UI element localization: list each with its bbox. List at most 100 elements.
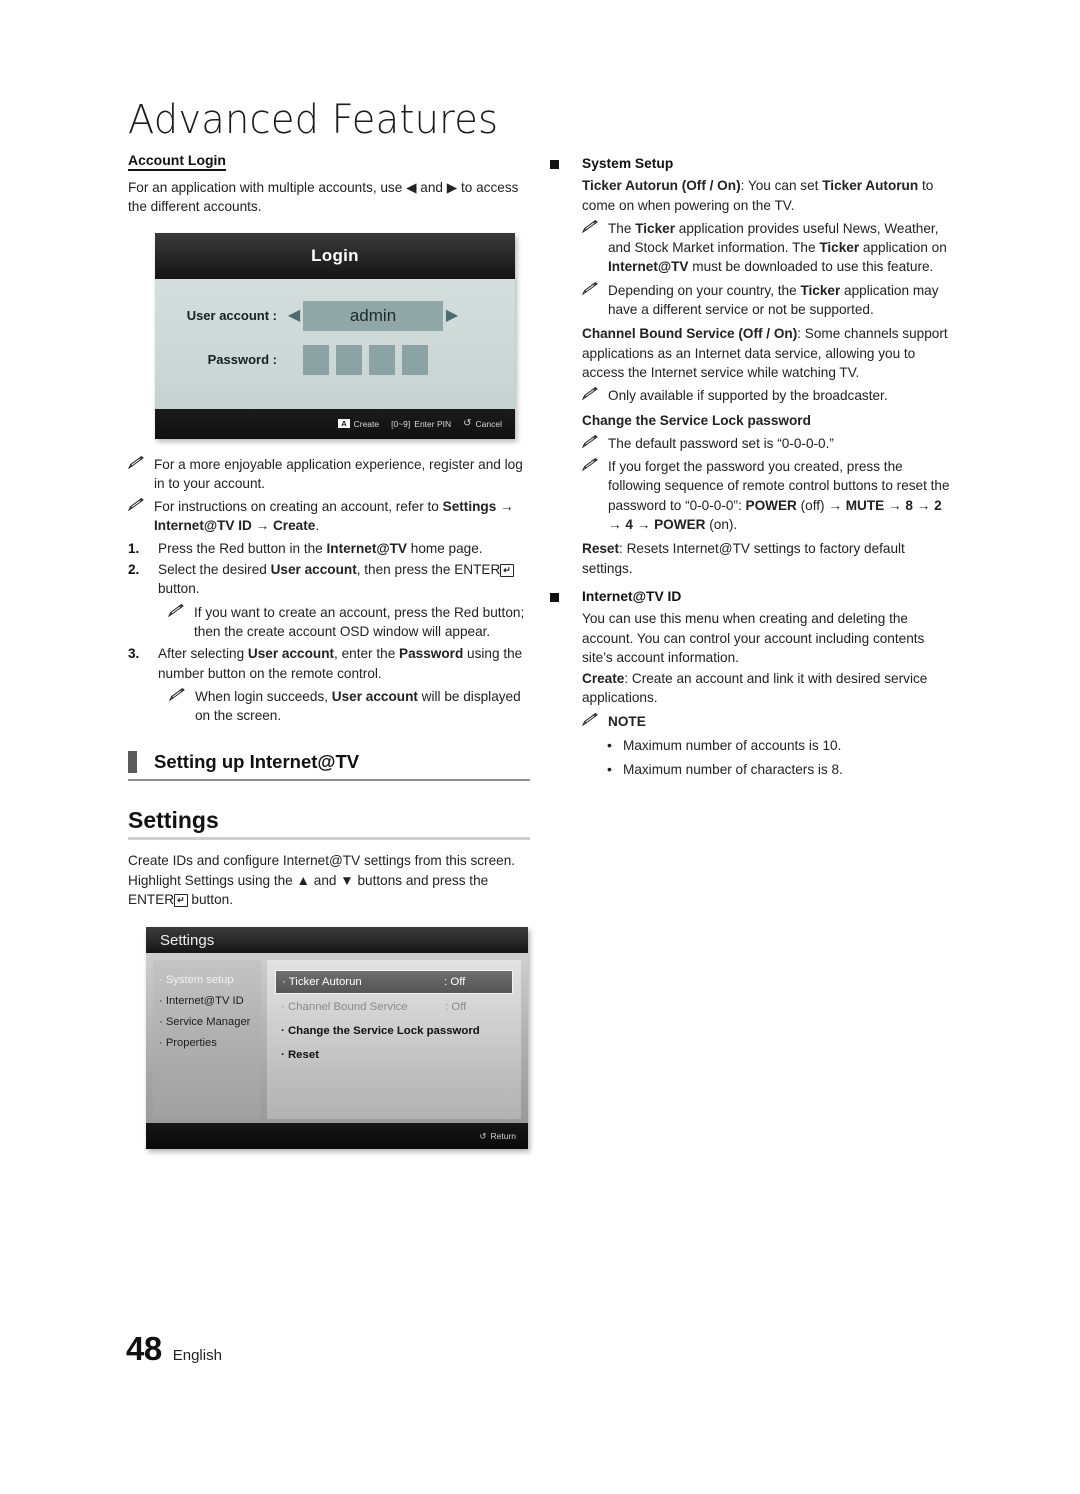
section-heading-label: Setting up Internet@TV (154, 751, 360, 773)
step-3-part-3: , enter the (334, 646, 400, 662)
heading-system-setup-label: System Setup (582, 156, 674, 171)
manual-page: Advanced Features Account Login For an a… (0, 0, 1080, 1494)
note-create-account: For instructions on creating an account,… (128, 497, 530, 536)
nf-10: 4 (625, 517, 633, 533)
step-2-part-2: User account (270, 562, 357, 578)
reset-text: : Resets Internet@TV settings to factory… (582, 541, 905, 576)
ticker-autorun-term: Ticker Autorun (Off / On) (582, 178, 741, 194)
nt-4: Ticker (819, 240, 860, 256)
option-channel-bound-label: · Channel Bound Service (281, 1001, 408, 1014)
ticker-autorun-term-2: Ticker Autorun (822, 178, 919, 194)
step-1-part-3: home page. (407, 540, 483, 556)
password-boxes[interactable] (303, 344, 428, 375)
nf-6: 8 (905, 497, 913, 513)
note-create-line1: For instructions on creating an account,… (154, 499, 443, 515)
left-column: Account Login For an application with mu… (128, 152, 530, 1150)
step-1: 1. Press the Red button in the Internet@… (128, 539, 530, 558)
note-ticker-country: Depending on your country, the Ticker ap… (582, 281, 954, 320)
note-step3: When login succeeds, User account will b… (169, 687, 530, 726)
note-create-period: . (315, 518, 320, 534)
next-account-arrow-icon[interactable]: ▶ (443, 307, 461, 324)
enter-key-icon: ↵ (500, 564, 514, 578)
login-osd-footer: A Create [0~9] Enter PIN ↺ Cancel (155, 408, 515, 439)
return-label: Return (490, 1131, 516, 1142)
heading-system-setup: System Setup (550, 154, 954, 173)
ticker-autorun-text-1: : You can set (740, 178, 823, 194)
note-item-2-text: Maximum number of characters is 8. (623, 762, 843, 778)
dot-bullet-icon: • (607, 761, 612, 778)
up-arrow-icon: ▲ (296, 872, 310, 888)
enter-key-icon: ↵ (174, 894, 188, 908)
note-ticker-app: The Ticker application provides useful N… (582, 219, 954, 277)
settings-osd-screenshot: Settings · System setup · Internet@TV ID… (146, 927, 528, 1150)
settings-intro: Create IDs and configure Internet@TV set… (128, 851, 530, 909)
numeric-keys-icon: [0~9] (391, 418, 411, 429)
note-forgot-password: If you forget the password you created, … (582, 457, 954, 534)
step-3: 3. After selecting User account, enter t… (128, 644, 530, 683)
enter-pin-label: Enter PIN (414, 418, 452, 429)
dot-bullet-icon: • (607, 737, 612, 754)
option-reset[interactable]: · Reset (275, 1044, 513, 1066)
step-3-part-4: Password (399, 646, 464, 662)
step-2-part-1: Select the desired (158, 562, 271, 578)
square-bullet-icon (550, 154, 582, 169)
option-ticker-autorun[interactable]: · Ticker Autorun : Off (275, 970, 513, 995)
note-default-password: The default password set is “0-0-0-0.” (582, 434, 954, 453)
menu-item-service-manager[interactable]: · Service Manager (159, 1016, 261, 1028)
password-row: Password : (155, 344, 515, 375)
account-login-intro: For an application with multiple account… (128, 178, 530, 217)
create-text: : Create an account and link it with des… (582, 671, 928, 706)
pencil-icon (128, 455, 154, 494)
nf-12: POWER (654, 517, 706, 533)
create-term: Create (582, 671, 625, 687)
option-change-service-lock-password[interactable]: · Change the Service Lock password (275, 1020, 513, 1042)
step-2: 2. Select the desired User account, then… (128, 560, 530, 599)
cancel-label: Cancel (475, 418, 502, 429)
ticker-autorun-paragraph: Ticker Autorun (Off / On): You can set T… (582, 176, 954, 215)
note-ticker-country-text: Depending on your country, the Ticker ap… (608, 281, 954, 320)
step-2-text: Select the desired User account, then pr… (158, 560, 530, 599)
prev-account-arrow-icon[interactable]: ◀ (285, 307, 303, 324)
settings-osd-body: · System setup · Internet@TV ID · Servic… (146, 953, 528, 1124)
password-box-2[interactable] (336, 344, 362, 375)
option-channel-bound-service[interactable]: · Channel Bound Service : Off (275, 996, 513, 1018)
nt-7: must be downloaded to use this feature. (688, 259, 934, 275)
settings-intro-2: and (309, 872, 341, 888)
settings-intro-suffix: button. (187, 892, 233, 908)
user-account-value[interactable]: admin (303, 300, 443, 331)
right-column: System Setup Ticker Autorun (Off / On): … (550, 152, 954, 780)
note-step3-part-2: User account (331, 688, 418, 704)
nt-5: application on (859, 240, 947, 256)
menu-item-system-setup[interactable]: · System setup (159, 974, 261, 986)
nf-8: 2 (934, 497, 942, 513)
heading-internet-tv-id-label: Internet@TV ID (582, 588, 682, 604)
pencil-icon (128, 497, 154, 536)
pencil-icon (582, 281, 608, 320)
red-key-icon: A (338, 418, 350, 429)
password-box-1[interactable] (303, 344, 329, 375)
password-box-4[interactable] (402, 344, 428, 375)
settings-osd-menu: · System setup · Internet@TV ID · Servic… (153, 960, 261, 1120)
login-osd-title: Login (155, 232, 515, 279)
pencil-icon (582, 712, 608, 731)
settings-heading: Settings (128, 807, 530, 841)
menu-item-properties[interactable]: · Properties (159, 1037, 261, 1049)
section-heading-setting-up: Setting up Internet@TV (128, 751, 530, 782)
down-arrow-icon: ▼ (340, 872, 354, 888)
nf-9: → (608, 517, 626, 533)
step-3-text: After selecting User account, enter the … (158, 644, 530, 683)
right-arrow-icon: ▶ (446, 180, 458, 195)
menu-item-internet-tv-id[interactable]: · Internet@TV ID (159, 995, 261, 1007)
note-ticker-app-text: The Ticker application provides useful N… (608, 219, 954, 277)
settings-osd-options: · Ticker Autorun : Off · Channel Bound S… (267, 960, 521, 1120)
step-3-part-1: After selecting (158, 646, 248, 662)
create-paragraph: Create: Create an account and link it wi… (582, 669, 954, 708)
reset-term: Reset (582, 541, 620, 557)
settings-osd-title: Settings (146, 927, 528, 954)
password-box-3[interactable] (369, 344, 395, 375)
page-language: English (172, 1347, 222, 1364)
option-change-password-label: · Change the Service Lock password (281, 1025, 480, 1038)
pencil-icon (582, 434, 608, 453)
nf-2: POWER (745, 497, 797, 513)
nt-2: Ticker (635, 220, 676, 236)
